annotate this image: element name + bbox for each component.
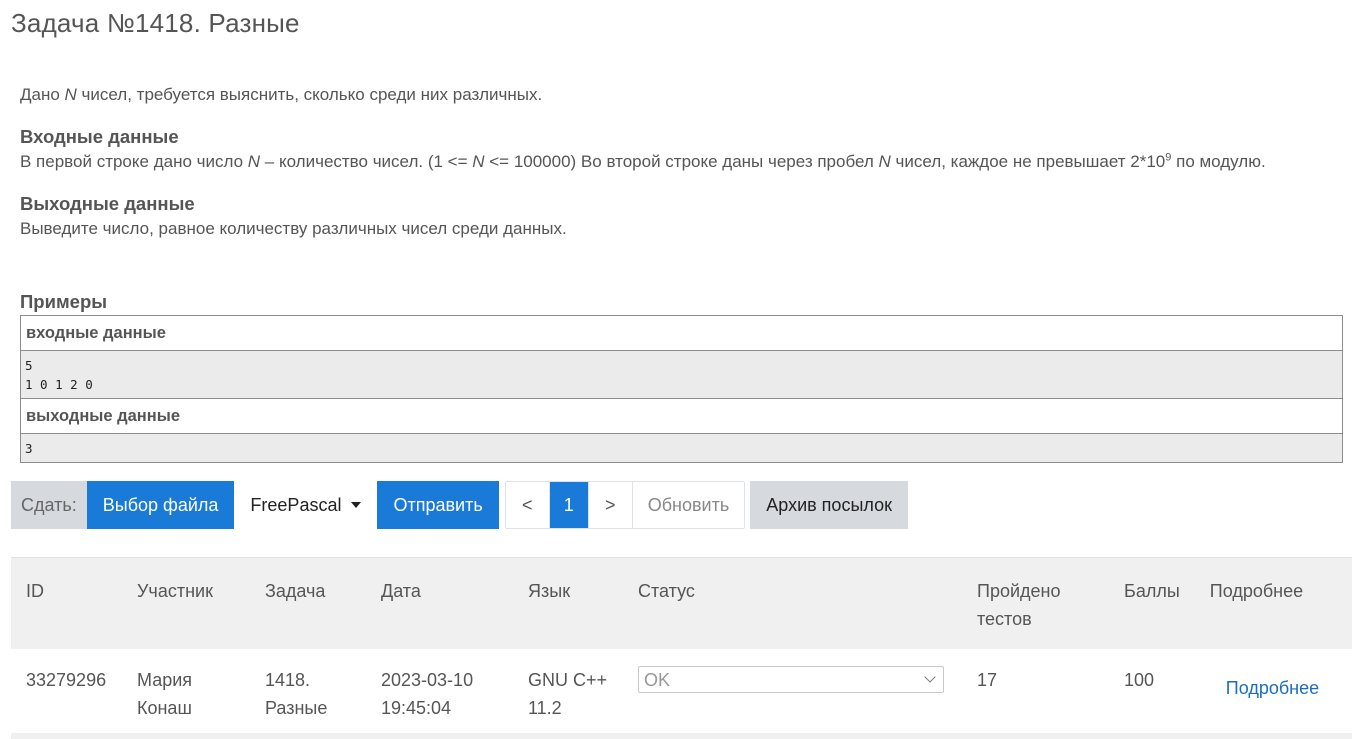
output-section: Выходные данные Выведите число, равное к…: [20, 192, 1342, 242]
cell-participant: Мария Конаш: [122, 649, 250, 737]
table-header-row: ID Участник Задача Дата Язык Статус Прой…: [11, 557, 1352, 649]
input-text-1: В первой строке дано число: [20, 152, 248, 171]
cell-details: Подробнее: [1194, 649, 1352, 737]
col-language: Язык: [513, 557, 623, 649]
cell-date: 2023-03-10 19:45:04: [366, 649, 513, 737]
input-text-2: – количество чисел. (1 <=: [260, 152, 473, 171]
input-heading: Входные данные: [20, 126, 179, 147]
intro-var: N: [64, 85, 77, 104]
pagination-prev[interactable]: <: [505, 482, 550, 528]
cell-id: 33279296: [11, 649, 122, 737]
example-input-value: 5 1 0 1 2 0: [21, 351, 1342, 399]
language-select[interactable]: FreePascal: [234, 481, 378, 529]
problem-intro: Дано N чисел, требуется выяснить, скольк…: [20, 82, 1342, 108]
intro-text: Дано: [20, 85, 65, 104]
input-description: В первой строке дано число N – количеств…: [20, 149, 1342, 175]
col-tests: Пройдено тестов: [962, 557, 1109, 649]
status-select[interactable]: OK: [638, 666, 944, 693]
input-var-2: N: [472, 152, 485, 171]
col-details: Подробнее: [1194, 557, 1352, 649]
submissions-table: ID Участник Задача Дата Язык Статус Прой…: [11, 557, 1352, 737]
input-text-4: чисел, каждое не превышает 2*10: [890, 152, 1166, 171]
send-button[interactable]: Отправить: [377, 481, 499, 529]
examples-heading: Примеры: [20, 291, 108, 312]
cell-language: GNU C++ 11.2: [513, 649, 623, 737]
cell-score: 100: [1109, 649, 1195, 737]
examples-table: входные данные 5 1 0 1 2 0 выходные данн…: [20, 315, 1343, 463]
submit-toolbar: Сдать: Выбор файла FreePascal Отправить …: [11, 481, 908, 529]
input-section: Входные данные В первой строке дано числ…: [20, 125, 1342, 175]
cell-tests: 17: [962, 649, 1109, 737]
chevron-down-icon: [924, 671, 936, 683]
example-output-value: 3: [21, 434, 1342, 463]
input-text-3: <= 100000) Во второй строке даны через п…: [484, 152, 879, 171]
col-date: Дата: [366, 557, 513, 649]
details-link[interactable]: Подробнее: [1226, 674, 1319, 702]
pagination: < 1 > Обновить: [504, 481, 746, 529]
col-participant: Участник: [122, 557, 250, 649]
col-id: ID: [11, 557, 122, 649]
problem-statement: Дано N чисел, требуется выяснить, скольк…: [20, 82, 1342, 242]
refresh-button[interactable]: Обновить: [632, 482, 745, 528]
archive-button[interactable]: Архив посылок: [750, 481, 908, 529]
submit-label: Сдать:: [11, 481, 87, 529]
status-value: OK: [644, 669, 671, 690]
example-output-label: выходные данные: [21, 399, 1342, 434]
input-var-3: N: [878, 152, 891, 171]
input-text-5: по модулю.: [1171, 152, 1266, 171]
input-var-1: N: [247, 152, 261, 171]
language-value: FreePascal: [250, 494, 342, 515]
table-row: 33279296 Мария Конаш 1418. Разные 2023-0…: [11, 649, 1352, 737]
pagination-next[interactable]: >: [588, 482, 633, 528]
example-input-label: входные данные: [21, 316, 1342, 351]
choose-file-button[interactable]: Выбор файла: [86, 481, 235, 529]
pagination-page-1[interactable]: 1: [549, 482, 589, 528]
col-task: Задача: [250, 557, 366, 649]
col-score: Баллы: [1109, 557, 1195, 649]
cell-task: 1418. Разные: [250, 649, 366, 737]
output-heading: Выходные данные: [20, 193, 195, 214]
col-status: Статус: [623, 557, 962, 649]
examples-section: Примеры входные данные 5 1 0 1 2 0 выход…: [20, 290, 1343, 463]
caret-down-icon: [351, 502, 362, 508]
next-row-strip: [11, 733, 1352, 739]
cell-status: OK: [623, 649, 962, 737]
output-description: Выведите число, равное количеству различ…: [20, 219, 567, 238]
page-title: Задача №1418. Разные: [11, 8, 300, 38]
intro-text-end: чисел, требуется выяснить, сколько среди…: [76, 85, 543, 104]
